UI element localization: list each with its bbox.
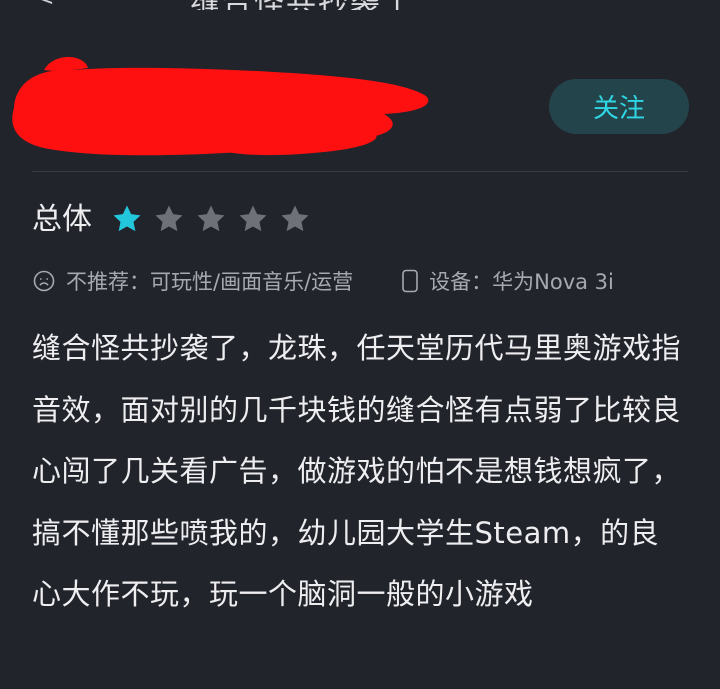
redacted-username — [4, 48, 434, 168]
phone-icon — [401, 269, 419, 293]
star-icon-empty — [152, 202, 186, 236]
page-title: 缝合怪共抄袭了 — [190, 0, 414, 10]
follow-button[interactable]: 关注 — [549, 79, 689, 134]
review-text: 缝合怪共抄袭了，龙珠，任天堂历代马里奥游戏指音效，面对别的几千块钱的缝合怪有点弱… — [32, 331, 682, 611]
top-bar: < 缝合怪共抄袭了 — [0, 0, 720, 10]
rating-label: 总体 — [32, 202, 92, 237]
not-recommend-text: 不推荐：可玩性/画面音乐/运营 — [66, 270, 354, 294]
star-icon-empty — [278, 202, 312, 236]
divider — [32, 171, 688, 172]
device-text: 设备：华为Nova 3i — [429, 270, 614, 294]
star-icon-empty — [194, 202, 228, 236]
review-meta: 不推荐：可玩性/画面音乐/运营 设备：华为Nova 3i — [32, 264, 712, 298]
star-icon-empty — [236, 202, 270, 236]
star-icon-filled — [110, 202, 144, 236]
sad-face-icon — [32, 269, 56, 293]
back-button[interactable]: < — [36, 0, 54, 10]
star-rating — [110, 200, 312, 238]
